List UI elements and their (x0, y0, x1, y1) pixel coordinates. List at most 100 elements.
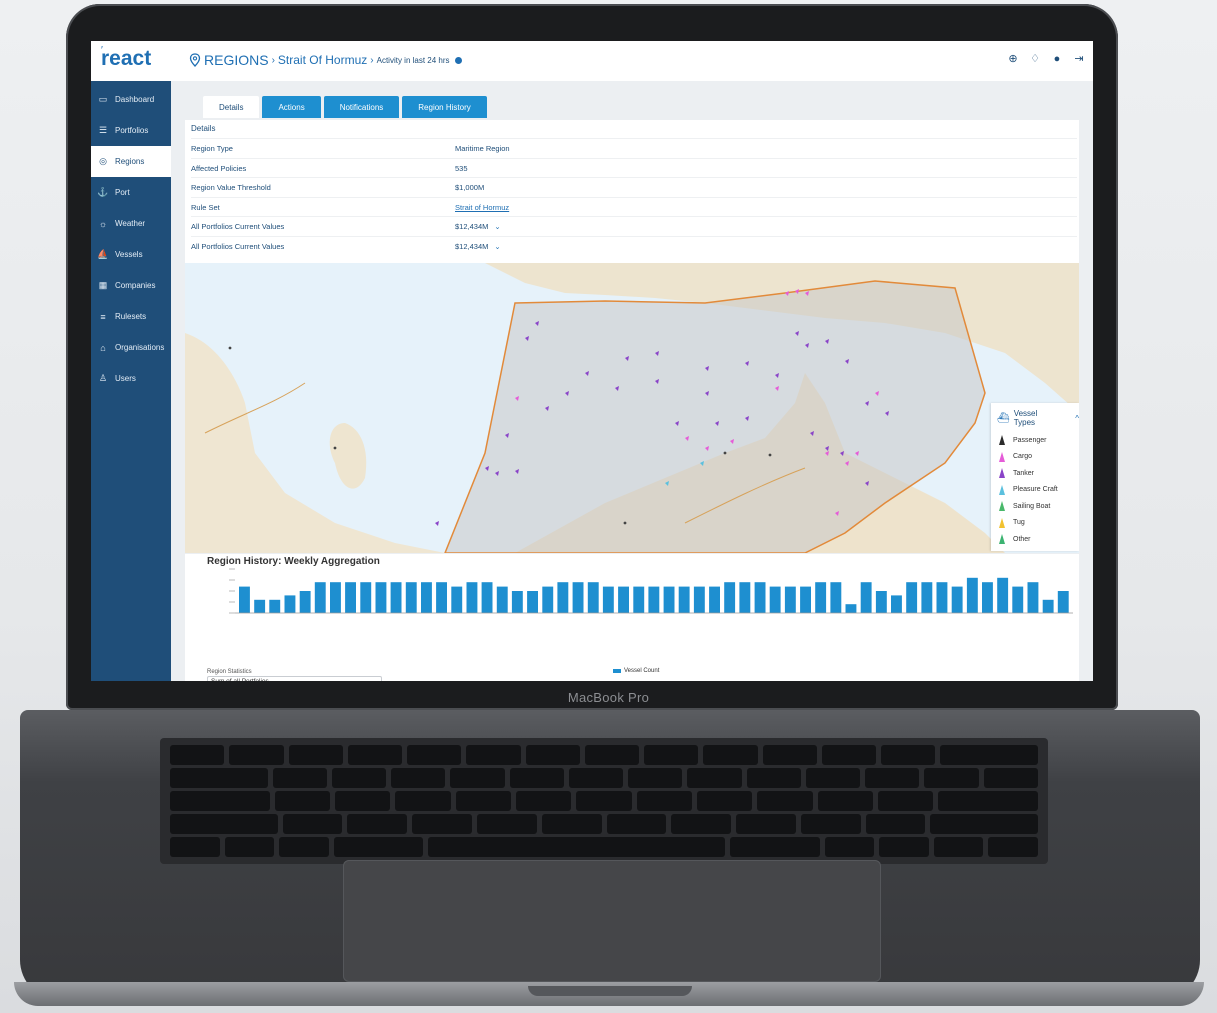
history-bar[interactable] (966, 577, 978, 613)
sidebar-item-regions[interactable]: ◎ Regions (91, 146, 171, 177)
history-bar[interactable] (769, 586, 781, 613)
legend-item[interactable]: Passenger (999, 432, 1058, 449)
history-bar[interactable] (1027, 582, 1039, 613)
tab-region-history[interactable]: Region History (402, 96, 487, 118)
legend-item[interactable]: Other (999, 531, 1058, 548)
vessel-marker-icon (999, 435, 1005, 446)
history-bar[interactable] (1042, 599, 1054, 613)
history-bar[interactable] (845, 604, 857, 613)
history-bar[interactable] (466, 582, 478, 613)
sidebar-item-dashboard[interactable]: ▭ Dashboard (91, 84, 171, 115)
history-bar[interactable] (451, 586, 463, 613)
detail-value[interactable]: $12,434M ⌄ (455, 222, 501, 231)
trackpad[interactable] (343, 860, 881, 982)
history-bar[interactable] (602, 586, 614, 613)
tab-details[interactable]: Details (203, 96, 260, 118)
history-bar[interactable] (254, 599, 266, 613)
history-bar[interactable] (921, 582, 933, 613)
history-bar[interactable] (390, 582, 402, 613)
legend-item[interactable]: Tug (999, 515, 1058, 532)
globe-icon[interactable]: ⊕ (1007, 53, 1019, 65)
history-bar[interactable] (360, 582, 372, 613)
vessel-marker[interactable] (435, 521, 439, 526)
history-bar[interactable] (405, 582, 417, 613)
history-bar[interactable] (421, 582, 432, 613)
history-bar[interactable] (314, 582, 326, 613)
history-bar[interactable] (345, 582, 356, 613)
history-bar[interactable] (239, 586, 250, 613)
history-bar[interactable] (724, 582, 736, 613)
breadcrumb-region[interactable]: Strait Of Hormuz (278, 53, 367, 67)
sidebar-item-label: Companies (115, 281, 156, 290)
app-logo[interactable]: react (101, 47, 151, 71)
history-bar[interactable] (436, 582, 447, 613)
history-bar[interactable] (678, 586, 690, 613)
breadcrumb-root[interactable]: REGIONS (204, 52, 269, 68)
history-bar[interactable] (633, 586, 645, 613)
history-bar[interactable] (481, 582, 493, 613)
account-icon[interactable]: ● (1051, 53, 1063, 65)
sidebar-item-portfolios[interactable]: ☰ Portfolios (91, 115, 171, 146)
tab-notifications[interactable]: Notifications (323, 96, 400, 118)
history-bar[interactable] (542, 586, 554, 613)
history-bar[interactable] (269, 599, 281, 613)
history-bar[interactable] (951, 586, 963, 613)
history-bar[interactable] (815, 582, 827, 613)
history-bar[interactable] (618, 586, 629, 613)
history-bar[interactable] (693, 586, 705, 613)
history-bar[interactable] (784, 586, 796, 613)
history-bar[interactable] (527, 591, 538, 613)
logout-icon[interactable]: ⇥ (1073, 53, 1085, 65)
sidebar-item-weather[interactable]: ☼ Weather (91, 208, 171, 239)
history-bar-chart[interactable] (185, 566, 1079, 646)
sidebar-item-port[interactable]: ⚓ Port (91, 177, 171, 208)
sidebar-item-rulesets[interactable]: ≡ Rulesets (91, 301, 171, 332)
chevron-down-icon[interactable]: ⌄ (494, 222, 500, 231)
history-bar[interactable] (982, 582, 993, 613)
history-bar[interactable] (860, 582, 872, 613)
history-bar[interactable] (299, 591, 311, 613)
history-bar[interactable] (709, 586, 720, 613)
detail-value[interactable]: $12,434M ⌄ (455, 242, 501, 251)
history-bar[interactable] (754, 582, 766, 613)
history-bar[interactable] (800, 586, 811, 613)
bell-icon[interactable]: ♢ (1029, 53, 1041, 65)
history-bar[interactable] (572, 582, 584, 613)
history-bar[interactable] (1012, 586, 1024, 613)
history-bar[interactable] (557, 582, 569, 613)
content-area: Details Actions Notifications Region Histor… (171, 81, 1093, 681)
history-bar[interactable] (511, 591, 523, 613)
filter-select[interactable]: Sum of all Portfolios (207, 676, 382, 681)
history-bar[interactable] (284, 595, 296, 613)
history-bar[interactable] (891, 595, 902, 613)
history-bar[interactable] (739, 582, 751, 613)
history-bar[interactable] (936, 582, 948, 613)
info-icon[interactable] (454, 56, 462, 64)
history-bar[interactable] (875, 591, 887, 613)
history-bar[interactable] (997, 577, 1009, 613)
legend-item[interactable]: Tanker (999, 465, 1058, 482)
history-bar[interactable] (587, 582, 599, 613)
legend-header[interactable]: ⛴ Vessel Types ^ (997, 409, 1079, 427)
history-bar[interactable] (663, 586, 675, 613)
history-bar[interactable] (1057, 591, 1069, 613)
ruleset-link[interactable]: Strait of Hormuz (455, 203, 509, 212)
legend-item[interactable]: Sailing Boat (999, 498, 1058, 515)
chevron-up-icon[interactable]: ^ (1075, 414, 1079, 423)
map-canvas[interactable] (185, 263, 1079, 553)
sidebar-item-users[interactable]: ♙ Users (91, 363, 171, 394)
tab-actions[interactable]: Actions (262, 96, 321, 118)
sidebar-item-vessels[interactable]: ⛵ Vessels (91, 239, 171, 270)
region-map[interactable]: ⛴ Vessel Types ^ Passenger Cargo Tanker Ple… (185, 263, 1079, 553)
history-bar[interactable] (830, 582, 842, 613)
history-bar[interactable] (648, 586, 660, 613)
sidebar-item-companies[interactable]: ▦ Companies (91, 270, 171, 301)
history-bar[interactable] (330, 582, 341, 613)
chevron-down-icon[interactable]: ⌄ (494, 242, 500, 251)
history-bar[interactable] (906, 582, 918, 613)
legend-item[interactable]: Cargo (999, 449, 1058, 466)
history-bar[interactable] (496, 586, 508, 613)
legend-item[interactable]: Pleasure Craft (999, 482, 1058, 499)
history-bar[interactable] (375, 582, 387, 613)
sidebar-item-organisations[interactable]: ⌂ Organisations (91, 332, 171, 363)
